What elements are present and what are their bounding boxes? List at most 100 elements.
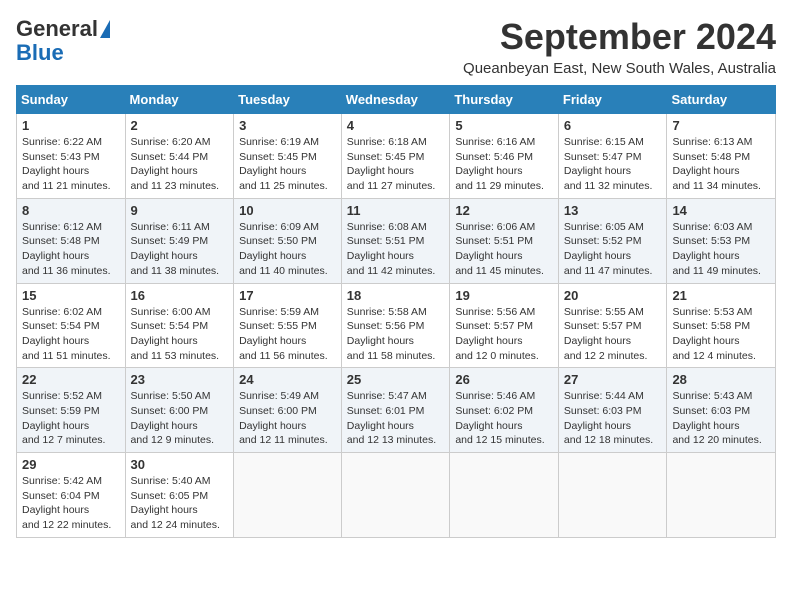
header-row: Sunday Monday Tuesday Wednesday Thursday… [17,86,776,114]
logo-blue: Blue [16,42,64,64]
list-item [558,453,667,538]
cell-content: Sunrise: 6:22 AMSunset: 5:43 PMDaylight … [22,136,111,192]
day-number: 16 [131,288,229,303]
cell-content: Sunrise: 6:00 AMSunset: 5:54 PMDaylight … [131,306,220,362]
cell-content: Sunrise: 5:56 AMSunset: 5:57 PMDaylight … [455,306,538,362]
table-row: 29 Sunrise: 5:42 AMSunset: 6:04 PMDaylig… [17,453,776,538]
cell-content: Sunrise: 6:19 AMSunset: 5:45 PMDaylight … [239,136,328,192]
day-number: 12 [455,203,553,218]
cell-content: Sunrise: 6:13 AMSunset: 5:48 PMDaylight … [672,136,761,192]
day-number: 22 [22,372,120,387]
calendar-body: 1 Sunrise: 6:22 AMSunset: 5:43 PMDayligh… [17,114,776,538]
list-item [450,453,559,538]
list-item: 12 Sunrise: 6:06 AMSunset: 5:51 PMDaylig… [450,198,559,283]
day-number: 28 [672,372,770,387]
list-item: 23 Sunrise: 5:50 AMSunset: 6:00 PMDaylig… [125,368,234,453]
cell-content: Sunrise: 6:12 AMSunset: 5:48 PMDaylight … [22,221,111,277]
col-friday: Friday [558,86,667,114]
cell-content: Sunrise: 5:50 AMSunset: 6:00 PMDaylight … [131,390,214,446]
cell-content: Sunrise: 5:46 AMSunset: 6:02 PMDaylight … [455,390,544,446]
col-monday: Monday [125,86,234,114]
cell-content: Sunrise: 6:02 AMSunset: 5:54 PMDaylight … [22,306,111,362]
list-item: 21 Sunrise: 5:53 AMSunset: 5:58 PMDaylig… [667,283,776,368]
table-row: 1 Sunrise: 6:22 AMSunset: 5:43 PMDayligh… [17,114,776,199]
list-item: 3 Sunrise: 6:19 AMSunset: 5:45 PMDayligh… [234,114,342,199]
cell-content: Sunrise: 5:59 AMSunset: 5:55 PMDaylight … [239,306,328,362]
cell-content: Sunrise: 6:08 AMSunset: 5:51 PMDaylight … [347,221,436,277]
list-item: 22 Sunrise: 5:52 AMSunset: 5:59 PMDaylig… [17,368,126,453]
day-number: 14 [672,203,770,218]
list-item: 14 Sunrise: 6:03 AMSunset: 5:53 PMDaylig… [667,198,776,283]
table-row: 22 Sunrise: 5:52 AMSunset: 5:59 PMDaylig… [17,368,776,453]
page-header: General Blue September 2024 Queanbeyan E… [16,16,776,77]
list-item: 25 Sunrise: 5:47 AMSunset: 6:01 PMDaylig… [341,368,450,453]
list-item: 29 Sunrise: 5:42 AMSunset: 6:04 PMDaylig… [17,453,126,538]
cell-content: Sunrise: 5:44 AMSunset: 6:03 PMDaylight … [564,390,653,446]
cell-content: Sunrise: 5:58 AMSunset: 5:56 PMDaylight … [347,306,436,362]
list-item: 7 Sunrise: 6:13 AMSunset: 5:48 PMDayligh… [667,114,776,199]
col-wednesday: Wednesday [341,86,450,114]
list-item: 5 Sunrise: 6:16 AMSunset: 5:46 PMDayligh… [450,114,559,199]
day-number: 11 [347,203,445,218]
day-number: 27 [564,372,662,387]
day-number: 13 [564,203,662,218]
day-number: 6 [564,118,662,133]
cell-content: Sunrise: 6:15 AMSunset: 5:47 PMDaylight … [564,136,653,192]
cell-content: Sunrise: 5:43 AMSunset: 6:03 PMDaylight … [672,390,761,446]
list-item: 17 Sunrise: 5:59 AMSunset: 5:55 PMDaylig… [234,283,342,368]
cell-content: Sunrise: 5:42 AMSunset: 6:04 PMDaylight … [22,475,111,531]
day-number: 5 [455,118,553,133]
cell-content: Sunrise: 6:05 AMSunset: 5:52 PMDaylight … [564,221,653,277]
col-thursday: Thursday [450,86,559,114]
day-number: 20 [564,288,662,303]
list-item: 9 Sunrise: 6:11 AMSunset: 5:49 PMDayligh… [125,198,234,283]
col-tuesday: Tuesday [234,86,342,114]
list-item: 2 Sunrise: 6:20 AMSunset: 5:44 PMDayligh… [125,114,234,199]
day-number: 1 [22,118,120,133]
list-item: 4 Sunrise: 6:18 AMSunset: 5:45 PMDayligh… [341,114,450,199]
cell-content: Sunrise: 5:49 AMSunset: 6:00 PMDaylight … [239,390,328,446]
cell-content: Sunrise: 6:16 AMSunset: 5:46 PMDaylight … [455,136,544,192]
title-block: September 2024 Queanbeyan East, New Sout… [463,16,776,77]
list-item: 1 Sunrise: 6:22 AMSunset: 5:43 PMDayligh… [17,114,126,199]
day-number: 15 [22,288,120,303]
list-item: 28 Sunrise: 5:43 AMSunset: 6:03 PMDaylig… [667,368,776,453]
day-number: 17 [239,288,336,303]
day-number: 26 [455,372,553,387]
logo: General Blue [16,16,110,64]
list-item: 18 Sunrise: 5:58 AMSunset: 5:56 PMDaylig… [341,283,450,368]
day-number: 30 [131,457,229,472]
list-item [667,453,776,538]
month-title: September 2024 [463,16,776,58]
list-item: 19 Sunrise: 5:56 AMSunset: 5:57 PMDaylig… [450,283,559,368]
list-item [234,453,342,538]
day-number: 10 [239,203,336,218]
day-number: 8 [22,203,120,218]
day-number: 29 [22,457,120,472]
cell-content: Sunrise: 6:03 AMSunset: 5:53 PMDaylight … [672,221,761,277]
col-saturday: Saturday [667,86,776,114]
list-item: 26 Sunrise: 5:46 AMSunset: 6:02 PMDaylig… [450,368,559,453]
list-item: 15 Sunrise: 6:02 AMSunset: 5:54 PMDaylig… [17,283,126,368]
day-number: 4 [347,118,445,133]
list-item: 11 Sunrise: 6:08 AMSunset: 5:51 PMDaylig… [341,198,450,283]
table-row: 15 Sunrise: 6:02 AMSunset: 5:54 PMDaylig… [17,283,776,368]
list-item: 20 Sunrise: 5:55 AMSunset: 5:57 PMDaylig… [558,283,667,368]
logo-general: General [16,16,98,42]
list-item: 16 Sunrise: 6:00 AMSunset: 5:54 PMDaylig… [125,283,234,368]
day-number: 23 [131,372,229,387]
day-number: 18 [347,288,445,303]
cell-content: Sunrise: 6:06 AMSunset: 5:51 PMDaylight … [455,221,544,277]
day-number: 21 [672,288,770,303]
cell-content: Sunrise: 5:40 AMSunset: 6:05 PMDaylight … [131,475,220,531]
cell-content: Sunrise: 5:53 AMSunset: 5:58 PMDaylight … [672,306,755,362]
cell-content: Sunrise: 6:20 AMSunset: 5:44 PMDaylight … [131,136,220,192]
day-number: 3 [239,118,336,133]
day-number: 7 [672,118,770,133]
list-item: 24 Sunrise: 5:49 AMSunset: 6:00 PMDaylig… [234,368,342,453]
list-item [341,453,450,538]
list-item: 10 Sunrise: 6:09 AMSunset: 5:50 PMDaylig… [234,198,342,283]
list-item: 13 Sunrise: 6:05 AMSunset: 5:52 PMDaylig… [558,198,667,283]
day-number: 25 [347,372,445,387]
col-sunday: Sunday [17,86,126,114]
